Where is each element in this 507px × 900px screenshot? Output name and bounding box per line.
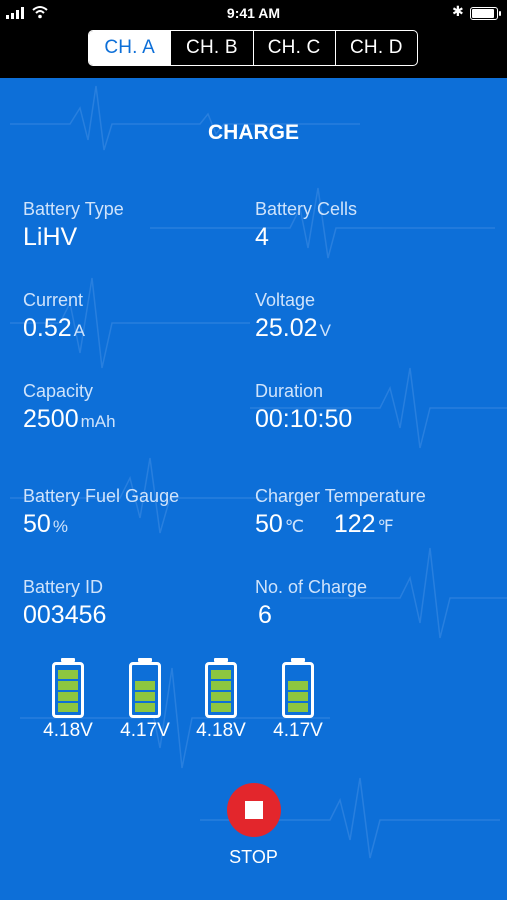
capacity-value: 2500 (23, 405, 79, 433)
voltage-field: Voltage 25.02 V (255, 290, 331, 343)
current-value: 0.52 (23, 314, 72, 342)
duration-label: Duration (255, 381, 324, 401)
cell-charge-bar (58, 692, 78, 701)
charge-panel: CHARGE Battery Type LiHV Battery Cells 4… (0, 78, 507, 900)
battery-type-field: Battery Type LiHV (23, 199, 124, 252)
current-field: Current 0.52 A (23, 290, 85, 343)
fuel-gauge-unit: % (52, 517, 68, 536)
charger-temp-field: Charger Temperature 50 ℃ 122 ℉ (255, 486, 426, 539)
cell-4: 4.17V (258, 658, 338, 742)
capacity-field: Capacity 2500 mAh (23, 381, 116, 434)
battery-id-field: Battery ID 003456 (23, 577, 106, 630)
cell-charge-bar (58, 670, 78, 679)
fuel-gauge-value: 50 (23, 510, 51, 538)
battery-cells-value: 4 (255, 223, 269, 251)
cell-charge-bar (288, 681, 308, 690)
voltage-unit: V (319, 321, 331, 340)
duration-field: Duration 00:10:50 (255, 381, 352, 434)
cell-battery-icon (129, 658, 161, 718)
battery-icon (470, 7, 501, 20)
voltage-label: Voltage (255, 290, 316, 310)
fuel-gauge-field: Battery Fuel Gauge 50% (23, 486, 179, 539)
cell-charge-bar (288, 703, 308, 712)
status-time: 9:41 AM (226, 5, 281, 21)
cell-charge-bar (211, 681, 231, 690)
cell-4-voltage: 4.17V (273, 720, 323, 741)
cell-1-voltage: 4.18V (43, 720, 93, 741)
battery-cells-label: Battery Cells (255, 199, 358, 219)
cell-charge-bar (211, 703, 231, 712)
tab-ch-c[interactable]: CH. C (252, 31, 335, 65)
status-bar: 9:41 AM ✱ (0, 0, 507, 26)
capacity-unit: mAh (80, 412, 116, 431)
cell-3: 4.18V (181, 658, 261, 742)
cell-3-voltage: 4.18V (196, 720, 246, 741)
page-title: CHARGE (207, 121, 299, 144)
charge-count-label: No. of Charge (255, 577, 368, 597)
cell-battery-icon (282, 658, 314, 718)
temp-celsius-unit: ℃ (284, 517, 304, 536)
battery-type-value: LiHV (23, 223, 78, 251)
battery-cells-field: Battery Cells 4 (255, 199, 357, 252)
battery-type-label: Battery Type (23, 199, 124, 219)
stop-button[interactable] (227, 783, 281, 837)
cell-charge-bar (135, 703, 155, 712)
cell-charge-bar (58, 703, 78, 712)
cell-1: 4.18V (28, 658, 108, 742)
tab-ch-d[interactable]: CH. D (334, 31, 417, 65)
cell-charge-bar (211, 670, 231, 679)
cell-charge-bar (135, 692, 155, 701)
cell-battery-icon (205, 658, 237, 718)
temp-fahrenheit-value: 122 (333, 510, 376, 538)
temp-celsius-value: 50 (255, 510, 283, 538)
charge-count-value: 6 (258, 601, 272, 629)
battery-id-value: 003456 (23, 601, 107, 629)
cell-charge-bar (211, 692, 231, 701)
cell-battery-icon (52, 658, 84, 718)
duration-value: 00:10:50 (255, 405, 353, 433)
tab-ch-b[interactable]: CH. B (170, 31, 252, 65)
charger-temp-label: Charger Temperature (255, 486, 426, 506)
bluetooth-icon: ✱ (452, 3, 464, 19)
charge-count-field: No. of Charge 6 (255, 577, 367, 630)
cell-2-voltage: 4.17V (120, 720, 170, 741)
voltage-value: 25.02 (255, 314, 318, 342)
cell-2: 4.17V (105, 658, 185, 742)
stop-icon (245, 801, 263, 819)
stop-label[interactable]: STOP (0, 847, 507, 868)
battery-id-label: Battery ID (23, 577, 104, 597)
tab-ch-a[interactable]: CH. A (89, 31, 171, 65)
top-bar: 9:41 AM ✱ CH. A CH. B CH. C CH. D (0, 0, 507, 78)
capacity-label: Capacity (23, 381, 94, 401)
current-unit: A (73, 321, 86, 340)
current-label: Current (23, 290, 84, 310)
temp-fahrenheit-unit: ℉ (377, 517, 394, 536)
cell-charge-bar (135, 681, 155, 690)
cell-charge-bar (58, 681, 78, 690)
cell-voltages: 4.18V 4.17V 4.18V 4.17V (28, 658, 348, 758)
channel-tabs: CH. A CH. B CH. C CH. D (88, 30, 418, 66)
cell-charge-bar (288, 692, 308, 701)
fuel-gauge-label: Battery Fuel Gauge (23, 486, 180, 506)
